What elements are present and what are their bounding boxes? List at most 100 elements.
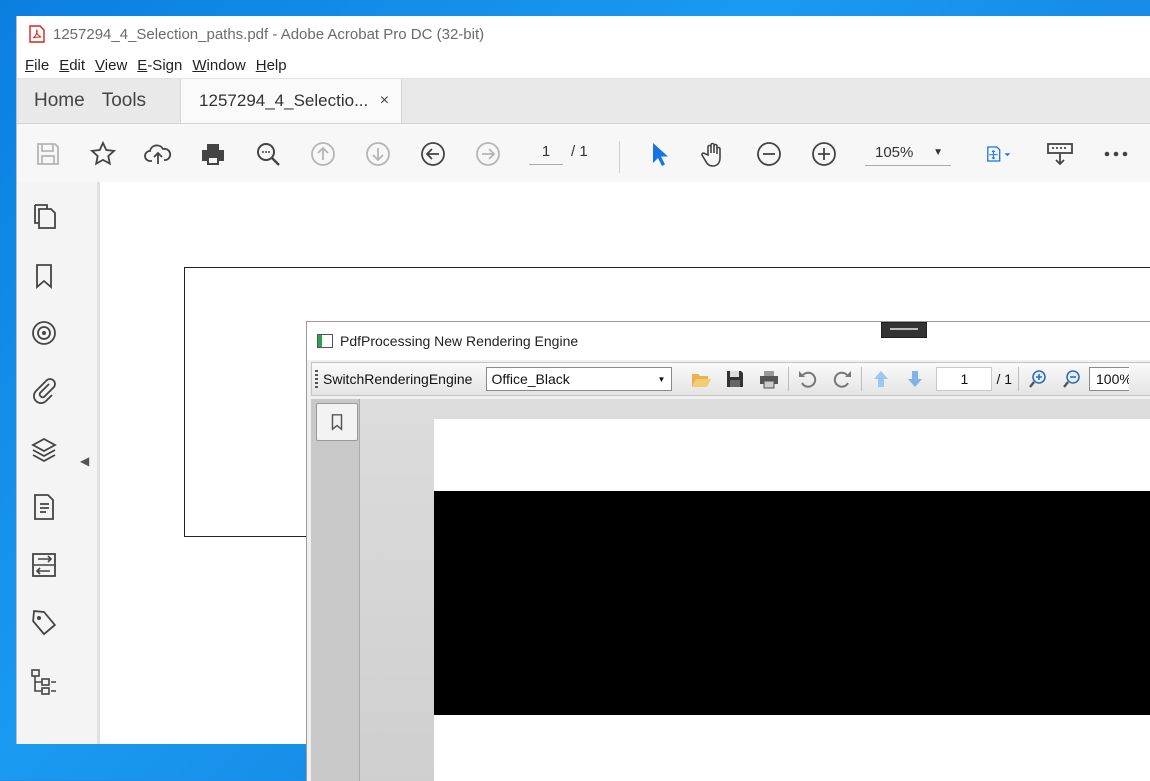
menu-help[interactable]: Help xyxy=(256,57,287,74)
print-icon xyxy=(202,144,224,165)
save-button[interactable] xyxy=(718,364,752,394)
copy-pages-icon xyxy=(34,204,56,229)
cursor-arrow-icon xyxy=(653,143,668,166)
telerik-window-title: PdfProcessing New Rendering Engine xyxy=(340,333,579,349)
attachments-button[interactable] xyxy=(29,375,59,405)
next-page-button[interactable] xyxy=(363,139,393,169)
zoom-out-icon xyxy=(1063,370,1080,388)
rotate-right-icon xyxy=(834,371,852,388)
menu-view[interactable]: View xyxy=(95,57,127,74)
toolbar-separator xyxy=(861,367,863,391)
document-tab-label: 1257294_4_Selectio... xyxy=(199,91,369,110)
back-button[interactable] xyxy=(418,139,448,169)
cloud-upload-icon xyxy=(144,144,172,164)
tab-document[interactable]: 1257294_4_Selectio... × xyxy=(180,79,403,123)
bookmarks-panel-button[interactable] xyxy=(29,261,59,291)
layers-button[interactable] xyxy=(29,435,59,465)
close-tab-icon[interactable]: × xyxy=(380,92,389,110)
telerik-side-pane xyxy=(311,399,360,781)
zoom-in-button[interactable] xyxy=(1021,364,1055,394)
print-button[interactable] xyxy=(198,139,228,169)
save-icon xyxy=(37,143,59,165)
arrow-up-icon xyxy=(874,371,889,387)
zoom-in-icon xyxy=(1029,370,1046,388)
rendered-page xyxy=(434,419,1150,781)
fit-page-icon xyxy=(987,146,1011,162)
select-tool-button[interactable] xyxy=(644,139,674,169)
app-window-icon xyxy=(317,334,333,348)
zoom-out-button[interactable] xyxy=(1055,364,1089,394)
pages-thumbnails-button[interactable] xyxy=(29,202,59,232)
acrobat-titlebar: 1257294_4_Selection_paths.pdf - Adobe Ac… xyxy=(17,16,1150,52)
navigation-panel: ◀ xyxy=(17,182,98,744)
switch-engine-label: SwitchRenderingEngine xyxy=(323,371,473,387)
tags-button[interactable] xyxy=(29,608,59,638)
rendered-black-rectangle xyxy=(434,491,1150,715)
folder-open-icon xyxy=(692,374,712,387)
next-page-button[interactable] xyxy=(898,364,932,394)
plus-circle-icon xyxy=(812,142,836,166)
zoom-input[interactable]: 100% xyxy=(1089,367,1130,391)
menu-edit[interactable]: Edit xyxy=(59,57,85,74)
arrow-left-circle-icon xyxy=(421,142,445,166)
acrobat-window-title: 1257294_4_Selection_paths.pdf - Adobe Ac… xyxy=(53,25,485,43)
drag-handle[interactable] xyxy=(881,322,927,338)
tab-home[interactable]: Home xyxy=(17,79,102,123)
bookmark-star-button[interactable] xyxy=(88,139,118,169)
search-icon xyxy=(257,143,280,166)
rendering-engine-window: PdfProcessing New Rendering Engine Switc… xyxy=(306,321,1150,781)
tab-bar: Home Tools 1257294_4_Selectio... × xyxy=(17,79,1150,124)
chevron-down-icon: ▼ xyxy=(657,374,666,384)
target-icon xyxy=(32,321,56,345)
tab-tools[interactable]: Tools xyxy=(102,79,163,123)
zoom-dropdown[interactable]: 105% ▼ xyxy=(865,140,951,166)
zoom-in-button[interactable] xyxy=(809,139,839,169)
arrow-right-circle-icon xyxy=(476,142,500,166)
previous-page-button[interactable] xyxy=(864,364,898,394)
print-icon xyxy=(760,371,779,389)
more-horizontal-icon xyxy=(1104,151,1128,157)
search-button[interactable] xyxy=(253,139,283,169)
page-total: / 1 xyxy=(996,371,1013,387)
star-icon xyxy=(89,140,117,166)
menu-window[interactable]: Window xyxy=(192,57,245,74)
page-number-input[interactable]: 1 xyxy=(529,140,563,165)
collapse-panel-arrow-icon[interactable]: ◀ xyxy=(80,454,89,468)
open-button[interactable] xyxy=(684,364,718,394)
destinations-button[interactable] xyxy=(29,318,59,348)
print-button[interactable] xyxy=(752,364,786,394)
toolbar-grip[interactable] xyxy=(315,370,318,388)
tree-structure-icon xyxy=(31,669,56,695)
fit-page-button[interactable] xyxy=(977,139,1021,169)
rotate-counterclockwise-button[interactable] xyxy=(791,364,825,394)
bookmark-icon xyxy=(36,264,52,289)
theme-select[interactable]: Office_Black ▼ xyxy=(486,367,673,391)
save-button[interactable] xyxy=(33,139,63,169)
theme-select-value: Office_Black xyxy=(491,371,570,387)
order-button[interactable] xyxy=(29,667,59,697)
forward-button[interactable] xyxy=(473,139,503,169)
menu-file[interactable]: File xyxy=(25,57,49,74)
bookmark-icon xyxy=(331,414,343,431)
more-tools-button[interactable] xyxy=(1101,139,1131,169)
tag-icon xyxy=(32,610,57,636)
toolbar-separator xyxy=(788,367,790,391)
compare-button[interactable] xyxy=(29,550,59,580)
zoom-value: 105% xyxy=(875,144,914,161)
read-mode-button[interactable] xyxy=(1045,139,1075,169)
content-button[interactable] xyxy=(29,492,59,522)
minus-circle-icon xyxy=(757,142,781,166)
bookmarks-pane-button[interactable] xyxy=(316,403,358,441)
previous-page-button[interactable] xyxy=(308,139,338,169)
menu-esign[interactable]: E-Sign xyxy=(137,57,182,74)
telerik-titlebar[interactable]: PdfProcessing New Rendering Engine xyxy=(307,322,1150,360)
acrobat-toolbar: 1 / 1 105% ▼ xyxy=(17,124,1150,185)
upload-button[interactable] xyxy=(143,139,173,169)
hand-tool-button[interactable] xyxy=(699,139,729,169)
zoom-out-button[interactable] xyxy=(754,139,784,169)
menubar: File Edit View E-Sign Window Help xyxy=(17,52,1150,79)
rotate-left-icon xyxy=(799,371,817,388)
telerik-document-view[interactable] xyxy=(360,399,1150,781)
rotate-clockwise-button[interactable] xyxy=(825,364,859,394)
page-number-input[interactable]: 1 xyxy=(936,367,993,391)
